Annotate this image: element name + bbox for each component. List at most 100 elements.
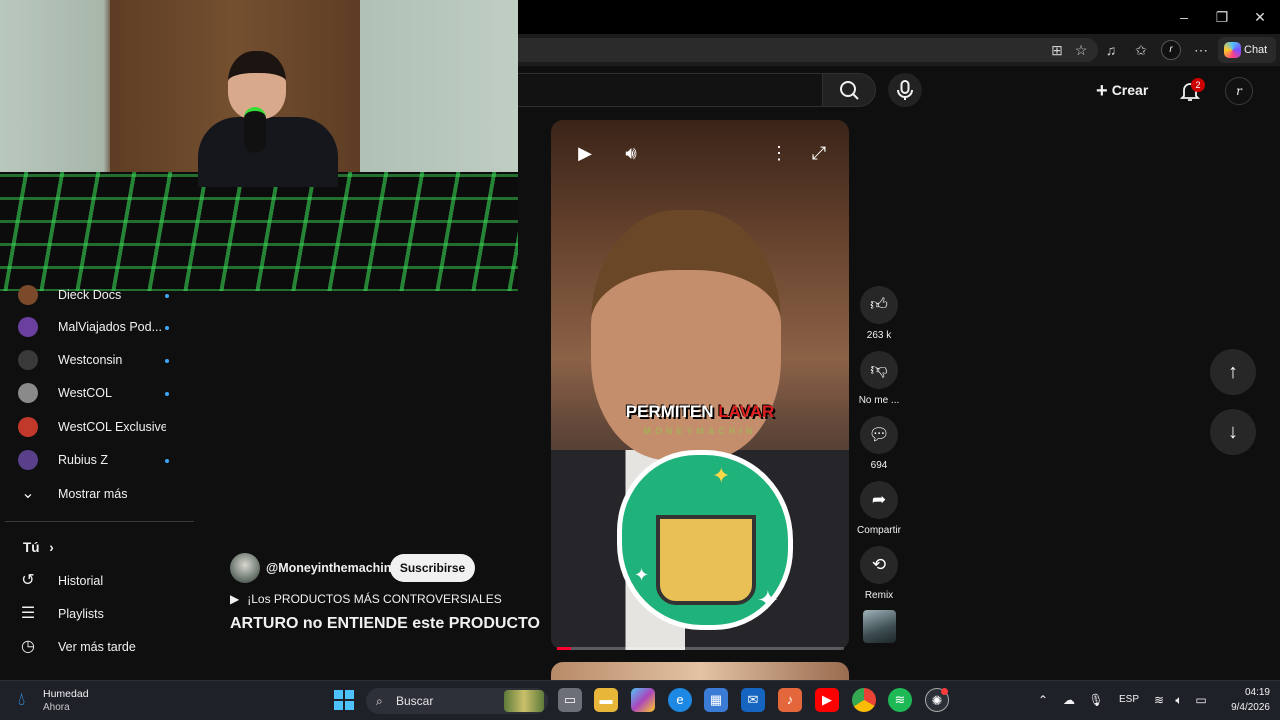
sidebar-item-label: MalViajados Pod... bbox=[58, 320, 162, 334]
start-button[interactable] bbox=[334, 690, 354, 710]
next-short-button[interactable]: ↓ bbox=[1210, 409, 1256, 455]
microsoft-store-icon[interactable]: ▦ bbox=[704, 688, 728, 712]
thumbs-up-icon: 👍︎ bbox=[870, 295, 888, 314]
task-view-icon[interactable]: ▭ bbox=[558, 688, 582, 712]
like-button[interactable]: 👍︎ bbox=[860, 286, 898, 324]
webcam-keyboard bbox=[0, 172, 518, 291]
channel-avatar bbox=[18, 417, 38, 437]
spotify-icon[interactable]: ≋ bbox=[888, 688, 912, 712]
history-icon: ↺ bbox=[21, 572, 35, 589]
account-avatar[interactable]: r bbox=[1225, 77, 1253, 105]
sidebar-item-label: Historial bbox=[58, 574, 104, 588]
cleaning-bucket-sticker: ✦ ✦ ✦ bbox=[617, 450, 793, 630]
kebab-menu-icon: ⋮ bbox=[770, 143, 788, 163]
windows-logo-icon bbox=[334, 690, 343, 699]
create-button[interactable]: + Crear bbox=[1096, 77, 1162, 103]
new-content-dot bbox=[165, 294, 169, 298]
close-button[interactable]: ✕ bbox=[1248, 6, 1272, 28]
previous-short-button[interactable]: ↑ bbox=[1210, 349, 1256, 395]
sidebar-item-dieck-docs[interactable]: Dieck Docs bbox=[18, 279, 188, 312]
sidebar-item-watch-later[interactable]: ◷ Ver más tarde bbox=[18, 631, 188, 664]
share-button[interactable]: ➦ bbox=[860, 481, 898, 519]
fl-studio-icon[interactable]: ♪ bbox=[778, 688, 802, 712]
weather-title[interactable]: Humedad bbox=[43, 688, 89, 700]
sparkle-icon: ✦ bbox=[712, 463, 731, 488]
favorites-icon[interactable]: ✩ bbox=[1131, 40, 1151, 60]
search-input[interactable] bbox=[518, 73, 823, 107]
battery-icon[interactable]: ▭ bbox=[1192, 691, 1210, 709]
short-video-player[interactable]: PERMITEN LAVAR MONEYMACHIN ✦ ✦ ✦ ▶ 🔊︎ ⋮ … bbox=[551, 120, 849, 650]
more-options-button[interactable]: ⋮ bbox=[765, 139, 793, 167]
new-content-dot bbox=[165, 326, 169, 330]
show-more-button[interactable]: ⌄ Mostrar más bbox=[18, 478, 188, 511]
copilot-app-icon[interactable] bbox=[631, 688, 655, 712]
sidebar-divider bbox=[5, 521, 194, 522]
clock-date[interactable]: 9/4/2026 bbox=[1214, 702, 1270, 713]
sidebar-item-playlists[interactable]: ☰ Playlists bbox=[18, 598, 188, 631]
clock-time[interactable]: 04:19 bbox=[1232, 687, 1270, 698]
new-content-dot bbox=[165, 392, 169, 396]
more-menu-icon[interactable]: ⋯ bbox=[1191, 40, 1211, 60]
youtube-app-icon[interactable]: ▶ bbox=[815, 688, 839, 712]
browser-profile-avatar[interactable]: r bbox=[1161, 40, 1181, 60]
voice-search-button[interactable] bbox=[888, 73, 922, 107]
chrome-icon[interactable] bbox=[852, 688, 876, 712]
video-progress-track[interactable] bbox=[557, 647, 844, 650]
sound-thumbnail[interactable] bbox=[863, 610, 896, 643]
volume-icon: 🔊︎ bbox=[625, 143, 637, 163]
you-section-heading[interactable]: Tú › bbox=[23, 540, 54, 555]
channel-avatar bbox=[18, 383, 38, 403]
share-icon: ➦ bbox=[871, 490, 887, 509]
remix-button[interactable]: ⟲ bbox=[860, 546, 898, 584]
sidebar-item-history[interactable]: ↺ Historial bbox=[18, 565, 188, 598]
arrow-down-icon: ↓ bbox=[1228, 421, 1238, 443]
sparkle-icon: ✦ bbox=[634, 565, 650, 585]
video-watermark: MONEYMACHIN bbox=[643, 426, 757, 436]
channel-avatar[interactable] bbox=[230, 553, 260, 583]
sidebar-item-malviajados[interactable]: MalViajados Pod... bbox=[18, 311, 188, 344]
webcam-person-body bbox=[198, 117, 338, 187]
short-title: ARTURO no ENTIENDE este PRODUCTO bbox=[230, 615, 540, 632]
sidebar-item-westconsin[interactable]: Westconsin bbox=[18, 344, 188, 377]
bucket-graphic bbox=[656, 515, 756, 605]
arrow-up-icon: ↑ bbox=[1228, 361, 1238, 383]
playlist-title: ¡Los PRODUCTOS MÁS CONTROVERSIALES bbox=[247, 592, 502, 606]
media-control-icon[interactable]: ♫ bbox=[1101, 40, 1121, 60]
volume-button[interactable]: 🔊︎ bbox=[617, 139, 645, 167]
sidebar-item-westcol-exclusive[interactable]: WestCOL Exclusive bbox=[18, 411, 188, 444]
sidebar-item-rubius-z[interactable]: Rubius Z bbox=[18, 444, 188, 477]
outlook-icon[interactable]: ✉ bbox=[741, 688, 765, 712]
channel-name[interactable]: @Moneyinthemachine bbox=[266, 561, 398, 575]
minimize-button[interactable]: – bbox=[1172, 6, 1196, 28]
watch-later-icon: ◷ bbox=[21, 638, 35, 655]
chevron-up-icon[interactable]: ⌃ bbox=[1034, 691, 1052, 709]
language-indicator[interactable]: ESP bbox=[1119, 694, 1139, 705]
favorite-star-icon[interactable]: ☆ bbox=[1071, 40, 1091, 60]
search-button[interactable] bbox=[822, 73, 876, 107]
comments-button[interactable]: 💬︎ bbox=[860, 416, 898, 454]
cloud-icon[interactable]: ☁ bbox=[1060, 691, 1078, 709]
like-count: 263 k bbox=[866, 330, 892, 341]
show-more-label: Mostrar más bbox=[58, 487, 128, 501]
wifi-icon[interactable]: ≋ bbox=[1150, 691, 1168, 709]
subscribe-button[interactable]: Suscribirse bbox=[390, 554, 475, 582]
sidebar-item-westcol[interactable]: WestCOL bbox=[18, 377, 188, 410]
copilot-icon bbox=[1224, 42, 1241, 58]
play-button[interactable]: ▶ bbox=[571, 139, 599, 167]
file-explorer-icon[interactable]: ▬ bbox=[594, 688, 618, 712]
edge-browser-icon[interactable]: e bbox=[668, 688, 692, 712]
share-label: Compartir bbox=[857, 525, 901, 536]
speaker-icon[interactable]: 🔈︎ bbox=[1170, 691, 1188, 709]
microphone-icon[interactable]: 🎙︎ bbox=[1087, 691, 1105, 709]
dislike-button[interactable]: 👎︎ bbox=[860, 351, 898, 389]
playlist-link[interactable]: ▶ ¡Los PRODUCTOS MÁS CONTROVERSIALES bbox=[230, 592, 502, 606]
humidity-icon[interactable]: 💧︎ bbox=[18, 688, 36, 710]
sidebar-item-label: WestCOL bbox=[58, 386, 112, 400]
chevron-down-icon: ⌄ bbox=[21, 485, 35, 502]
fullscreen-button[interactable]: ⤢ bbox=[805, 139, 833, 167]
address-bar[interactable] bbox=[518, 38, 1098, 62]
caption-word: PERMITEN bbox=[625, 402, 714, 421]
app-available-icon[interactable]: ⊞ bbox=[1047, 40, 1067, 60]
next-short-preview[interactable] bbox=[551, 662, 849, 682]
restore-button[interactable]: ❐ bbox=[1210, 6, 1234, 28]
